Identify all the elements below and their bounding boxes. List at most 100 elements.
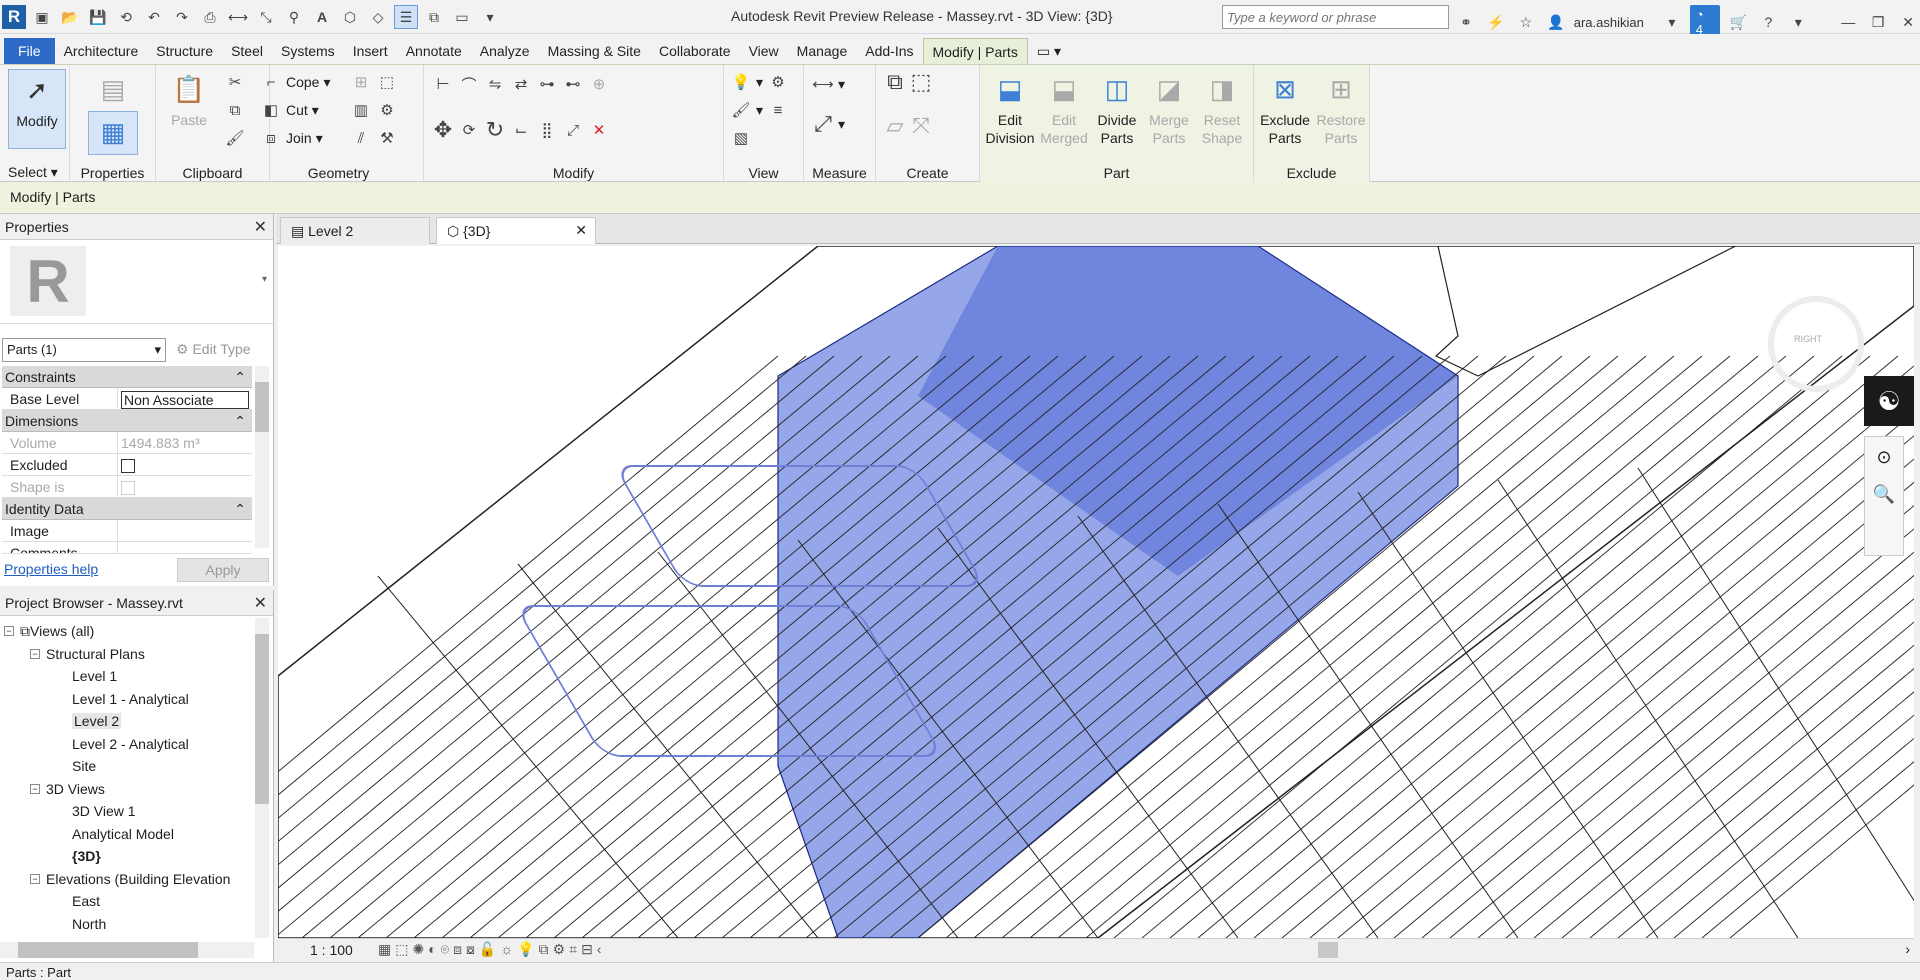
tab-massing-site[interactable]: Massing & Site bbox=[539, 38, 650, 64]
section-icon[interactable]: ◇ bbox=[366, 5, 390, 29]
browser-tree-item[interactable]: Analytical Model bbox=[4, 823, 254, 846]
tab-view[interactable]: View bbox=[740, 38, 788, 64]
measure-icon[interactable]: ⟷ bbox=[226, 5, 250, 29]
tab-manage[interactable]: Manage bbox=[788, 38, 857, 64]
modify-tools-row-1[interactable]: ⊢ ⌒ ⇋ ⇄ ⊶ ⊷ ⊕ bbox=[432, 73, 610, 95]
tab-annotate[interactable]: Annotate bbox=[397, 38, 471, 64]
tag-icon[interactable]: ⚲ bbox=[282, 5, 306, 29]
scroll-left-icon[interactable]: ‹ bbox=[597, 941, 602, 958]
zoom-region-icon[interactable]: 🔍 bbox=[1865, 468, 1903, 505]
geometry-tool-3[interactable]: ⫽ ⚒ bbox=[350, 127, 398, 149]
scroll-right-icon[interactable]: › bbox=[1905, 941, 1910, 957]
user-dropdown-icon[interactable]: ▾ bbox=[1660, 10, 1684, 34]
measure-between-button[interactable]: ⟷ ▾ bbox=[812, 73, 845, 95]
comments-field[interactable] bbox=[118, 542, 252, 553]
close-hidden-windows-icon[interactable]: ⧉ bbox=[422, 5, 446, 29]
edit-type-button[interactable]: ⚙ Edit Type bbox=[176, 341, 251, 358]
save-icon[interactable]: 💾 bbox=[86, 5, 110, 29]
close-properties-icon[interactable]: ✕ bbox=[254, 217, 267, 237]
search-input[interactable] bbox=[1222, 5, 1449, 29]
view-hscroll-thumb[interactable] bbox=[1318, 942, 1338, 958]
tab-steel[interactable]: Steel bbox=[222, 38, 272, 64]
modify-button[interactable]: ➚ Modify bbox=[8, 69, 66, 149]
reset-shape-button[interactable]: ◨ Reset Shape bbox=[1196, 69, 1248, 147]
tree-collapse-icon[interactable]: − bbox=[30, 783, 40, 794]
ribbon-minimize-toggle-icon[interactable]: ▭ ▾ bbox=[1028, 38, 1070, 64]
unlock-view-icon[interactable]: 🔓 bbox=[479, 941, 496, 958]
browser-scrollbar-v[interactable] bbox=[255, 618, 269, 938]
view-tool-3[interactable]: ▧ bbox=[730, 127, 752, 149]
tab-modify-parts[interactable]: Modify | Parts bbox=[922, 38, 1028, 64]
highlight-displacement-icon[interactable]: ⊟ bbox=[581, 941, 593, 958]
3d-viewport[interactable]: RIGHT ☯ ⊙ 🔍 bbox=[278, 246, 1914, 938]
view-scale[interactable]: 1 : 100 bbox=[310, 942, 353, 958]
tab-architecture[interactable]: Architecture bbox=[55, 38, 148, 64]
visual-style-icon[interactable]: ⬚ bbox=[395, 941, 408, 958]
tab-systems[interactable]: Systems bbox=[272, 38, 344, 64]
browser-tree-item[interactable]: East bbox=[4, 890, 254, 913]
help-dropdown-icon[interactable]: ▾ bbox=[1786, 10, 1810, 34]
type-dropdown-icon[interactable]: ▾ bbox=[262, 274, 267, 285]
edit-merged-button[interactable]: ⬓ Edit Merged bbox=[1038, 69, 1090, 147]
geometry-tool-2[interactable]: ▥ ⚙ bbox=[350, 99, 398, 121]
copy-clip-button[interactable]: ⧉ bbox=[224, 99, 246, 121]
redo-icon[interactable]: ↷ bbox=[170, 5, 194, 29]
type-preview[interactable]: R ▾ bbox=[0, 240, 273, 324]
temp-view-props-icon[interactable]: ⚙ bbox=[553, 941, 566, 958]
tab-file[interactable]: File bbox=[4, 38, 55, 64]
base-level-field[interactable]: Non Associate bbox=[118, 388, 252, 409]
close-window-icon[interactable]: ✕ bbox=[1896, 10, 1920, 34]
edit-division-button[interactable]: ⬓ Edit Division bbox=[984, 69, 1036, 147]
properties-help-link[interactable]: Properties help bbox=[4, 561, 98, 577]
customize-qat-icon[interactable]: ▾ bbox=[478, 5, 502, 29]
hide-isolate-button[interactable]: 💡 ▾ ⚙ bbox=[730, 71, 789, 93]
tab-insert[interactable]: Insert bbox=[344, 38, 397, 64]
section-constraints[interactable]: Constraints ⌃ bbox=[2, 366, 252, 388]
tab-collaborate[interactable]: Collaborate bbox=[650, 38, 740, 64]
browser-tree-item[interactable]: − ⧉ Views (all) bbox=[4, 620, 254, 643]
print-icon[interactable]: ⎙ bbox=[198, 5, 222, 29]
browser-tree-item[interactable]: − Structural Plans bbox=[4, 643, 254, 666]
browser-tree-item[interactable]: Level 1 bbox=[4, 665, 254, 688]
browser-tree-item[interactable]: −3D Views bbox=[4, 778, 254, 801]
temp-hide-icon[interactable]: ☼ bbox=[500, 941, 513, 958]
create-tools-row-2[interactable]: ▱ ⤧ bbox=[884, 113, 932, 138]
close-browser-icon[interactable]: ✕ bbox=[254, 593, 267, 613]
modify-tools-row-2[interactable]: ✥ ⟳ ↻ ⌙ ⣿ ⤢ ✕ bbox=[432, 117, 610, 142]
cope-button[interactable]: ⌐ Cope ▾ bbox=[260, 71, 331, 93]
restore-icon[interactable]: ❐ bbox=[1866, 10, 1890, 34]
excluded-checkbox[interactable] bbox=[121, 459, 135, 473]
analytical-model-icon[interactable]: ⌗ bbox=[569, 941, 577, 958]
select-dropdown[interactable]: Select ▾ bbox=[0, 164, 69, 181]
user-icon[interactable]: 👤 bbox=[1544, 10, 1568, 34]
user-name[interactable]: ara.ashikian bbox=[1574, 15, 1644, 30]
dimension-button[interactable]: ⤢ ▾ bbox=[812, 111, 845, 136]
undo-icon[interactable]: ↶ bbox=[142, 5, 166, 29]
divide-parts-button[interactable]: ◫ Divide Parts bbox=[1092, 69, 1142, 147]
view-tab-level-2[interactable]: ▤ Level 2 bbox=[280, 217, 430, 244]
tree-collapse-icon[interactable]: − bbox=[4, 626, 14, 637]
home-icon[interactable]: ▣ bbox=[30, 5, 54, 29]
detail-level-icon[interactable]: ▦ bbox=[378, 941, 391, 958]
merge-parts-button[interactable]: ◪ Merge Parts bbox=[1144, 69, 1194, 147]
thin-lines-icon[interactable]: ☰ bbox=[394, 5, 418, 29]
open-icon[interactable]: 📂 bbox=[58, 5, 82, 29]
browser-tree-item[interactable]: Level 1 - Analytical bbox=[4, 688, 254, 711]
join-button[interactable]: ⧈ Join ▾ bbox=[260, 127, 323, 149]
minimize-icon[interactable]: — bbox=[1836, 10, 1860, 34]
paste-button[interactable]: 📋 Paste bbox=[164, 69, 214, 129]
reveal-hidden-icon[interactable]: 💡 bbox=[517, 941, 534, 958]
geometry-tool-1[interactable]: ⊞ ⬚ bbox=[350, 71, 398, 93]
switch-windows-icon[interactable]: ▭ bbox=[450, 5, 474, 29]
worksharing-icon[interactable]: ⧉ bbox=[539, 941, 549, 958]
browser-tree-item[interactable]: Site bbox=[4, 755, 254, 778]
apply-button[interactable]: Apply bbox=[177, 558, 269, 582]
steering-wheel-icon[interactable]: ☯ bbox=[1864, 376, 1914, 426]
cut-geometry-button[interactable]: ◧ Cut ▾ bbox=[260, 99, 319, 121]
browser-tree-item[interactable]: {3D} bbox=[4, 845, 254, 868]
browser-tree-item[interactable]: Level 2 - Analytical bbox=[4, 733, 254, 756]
tab-analyze[interactable]: Analyze bbox=[471, 38, 539, 64]
browser-tree-item[interactable]: North bbox=[4, 913, 254, 936]
cart-icon[interactable]: 🛒 bbox=[1726, 10, 1750, 34]
type-properties-button[interactable]: ▤ bbox=[88, 69, 138, 111]
